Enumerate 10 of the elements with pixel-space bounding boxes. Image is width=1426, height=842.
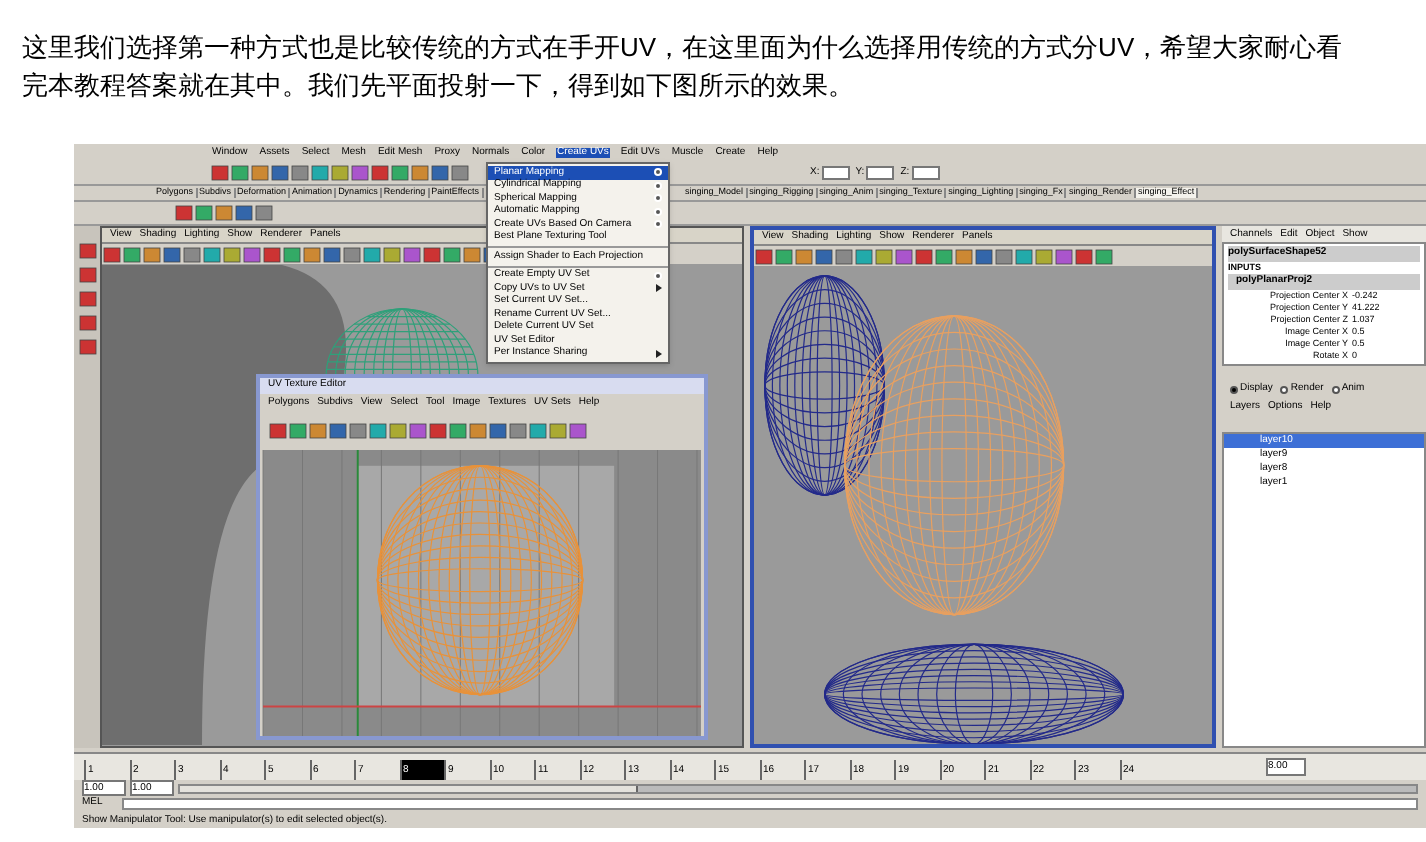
shelf-icons-drawing — [174, 204, 274, 222]
input-field[interactable] — [866, 166, 895, 180]
intro-paragraph: 这里我们选择第一种方式也是比较传统的方式在手开UV，在这里面为什么选择用传统的方式分UV，希望大家耐心看完本教程答案就在其中。我们先平面投射一下，得到如下图所示的效果。 — [20, 30, 1345, 104]
input-field[interactable] — [911, 166, 940, 180]
input-field[interactable] — [821, 166, 850, 180]
range-slider-handle[interactable] — [180, 785, 638, 791]
radio-button[interactable] — [1230, 385, 1238, 393]
radio-button[interactable] — [1331, 385, 1340, 393]
option-box-icon[interactable] — [654, 168, 662, 177]
radio-button[interactable] — [1280, 385, 1289, 393]
